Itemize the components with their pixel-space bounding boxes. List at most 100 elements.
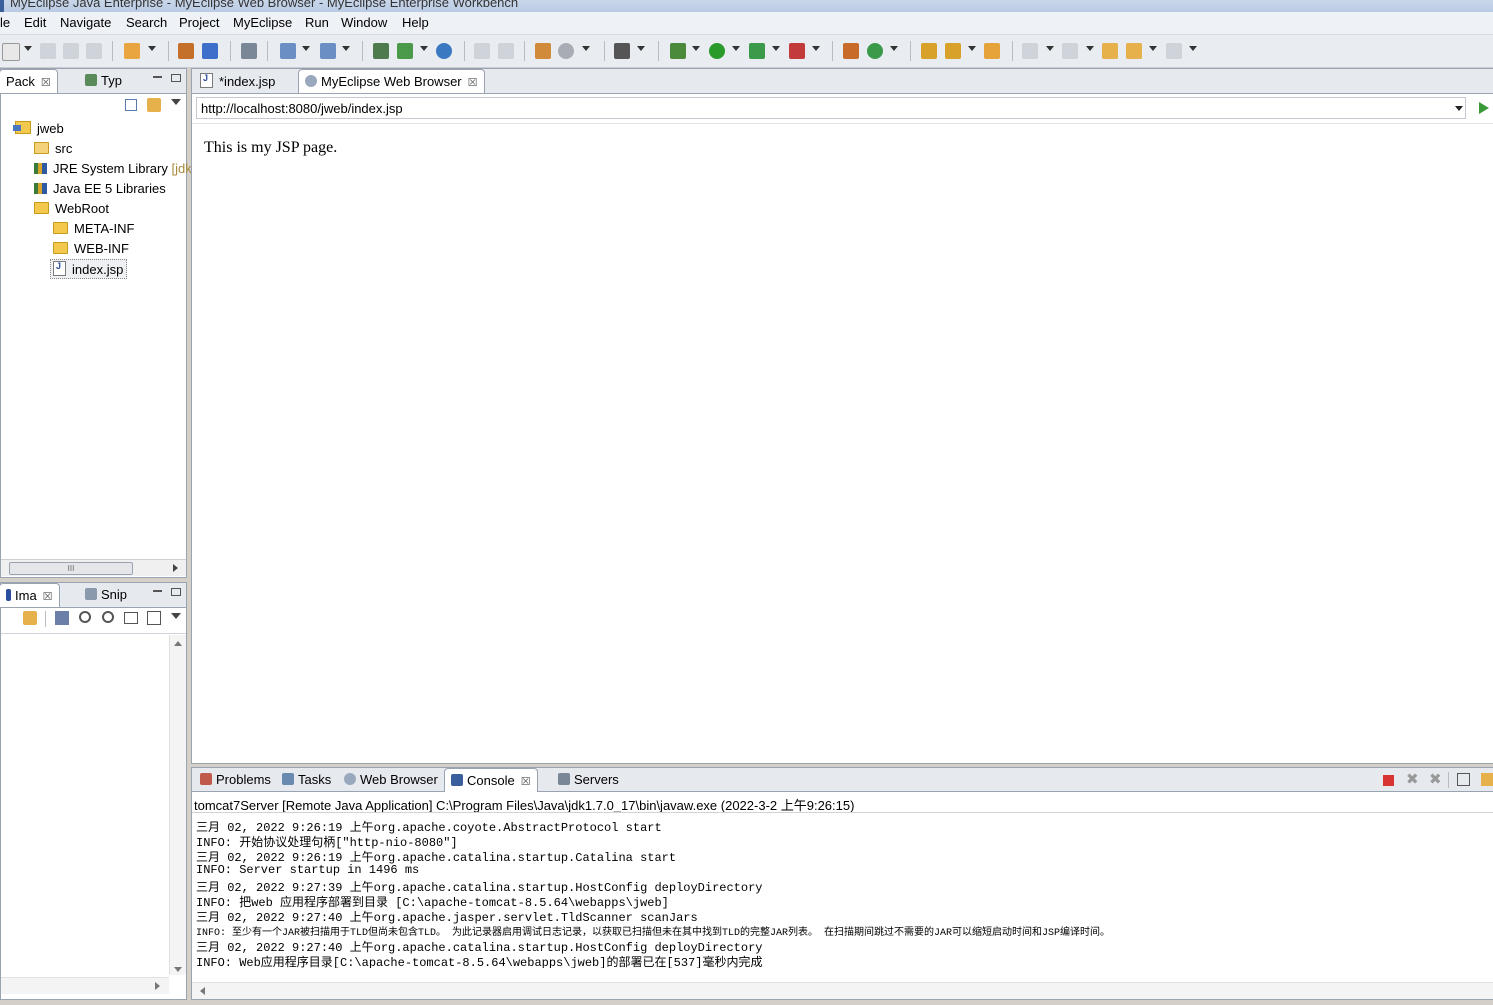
view-menu-icon[interactable] [171, 613, 181, 619]
chevron-down-icon[interactable] [1149, 46, 1157, 51]
chevron-down-icon[interactable] [582, 46, 590, 51]
link-editor-icon[interactable] [147, 98, 161, 112]
tab-servers[interactable]: Servers [552, 768, 625, 792]
console-output[interactable]: INFO: ... 三月 02, 2022 9:26:19 上午org.apac… [196, 814, 1486, 968]
tree-item-web-inf[interactable]: WEB-INF [53, 241, 129, 256]
go-icon[interactable] [1479, 102, 1489, 114]
close-icon[interactable]: ☒ [41, 76, 51, 89]
chevron-down-icon[interactable] [692, 46, 700, 51]
tree-item-jre-library[interactable]: JRE System Library [jdk [34, 161, 192, 176]
new-project-icon[interactable] [124, 43, 140, 59]
tab-console[interactable]: Console ☒ [444, 768, 538, 792]
fit-to-screen-icon[interactable] [147, 611, 161, 625]
menu-window[interactable]: Window [341, 15, 387, 30]
manage-deployments-icon[interactable] [373, 43, 389, 59]
menu-project[interactable]: Project [179, 15, 219, 30]
tree-item-javaee-libraries[interactable]: Java EE 5 Libraries [34, 181, 166, 196]
run-config-icon[interactable] [749, 43, 765, 59]
next-annotation-icon[interactable] [1022, 43, 1038, 59]
scroll-left-icon[interactable] [200, 987, 205, 995]
edit-icon[interactable] [474, 43, 490, 59]
tab-tasks[interactable]: Tasks [276, 768, 337, 792]
tree-item-jweb[interactable]: jweb [13, 121, 64, 136]
tree-item-webroot[interactable]: WebRoot [34, 201, 109, 216]
close-icon[interactable]: ☒ [468, 76, 478, 89]
scroll-down-icon[interactable] [174, 967, 182, 972]
open-wizard-icon[interactable] [320, 43, 336, 59]
chevron-down-icon[interactable] [420, 46, 428, 51]
scroll-right-icon[interactable] [173, 564, 178, 572]
print-icon[interactable] [86, 43, 102, 59]
chart-icon[interactable] [535, 43, 551, 59]
open-task-icon[interactable] [984, 43, 1000, 59]
menu-help[interactable]: Help [402, 15, 429, 30]
scroll-lock-icon[interactable] [1481, 773, 1493, 786]
web-icon[interactable] [558, 43, 574, 59]
package-icon[interactable] [843, 43, 859, 59]
scrollbar-thumb[interactable]: III [9, 562, 133, 575]
collapse-all-icon[interactable] [125, 99, 137, 111]
open-type-icon[interactable] [241, 43, 257, 59]
tab-snippets[interactable]: Snip [79, 583, 133, 607]
tab-web-browser-view[interactable]: Web Browser [338, 768, 444, 792]
menu-navigate[interactable]: Navigate [60, 15, 111, 30]
url-combo[interactable]: http://localhost:8080/jweb/index.jsp [196, 97, 1466, 119]
scroll-up-icon[interactable] [174, 641, 182, 646]
maximize-icon[interactable] [171, 74, 181, 82]
wizard-icon[interactable] [280, 43, 296, 59]
scroll-right-icon[interactable] [155, 982, 160, 990]
tab-package-explorer[interactable]: Pack ☒ [0, 69, 58, 93]
zoom-out-icon[interactable] [79, 611, 91, 623]
previous-annotation-icon[interactable] [1062, 43, 1078, 59]
globe-icon[interactable] [436, 43, 452, 59]
chevron-down-icon[interactable] [968, 46, 976, 51]
tab-type-hierarchy[interactable]: Typ [79, 69, 128, 93]
debug-icon[interactable] [670, 43, 686, 59]
run-server-icon[interactable] [397, 43, 413, 59]
sync-icon[interactable] [23, 611, 37, 625]
tree-item-meta-inf[interactable]: META-INF [53, 221, 134, 236]
new-icon[interactable] [2, 43, 20, 61]
tab-problems[interactable]: Problems [194, 768, 277, 792]
tab-image-preview[interactable]: Ima ☒ [0, 583, 60, 607]
chevron-down-icon[interactable] [772, 46, 780, 51]
camera-icon[interactable] [614, 43, 630, 59]
clear-console-icon[interactable] [1457, 773, 1470, 786]
terminate-icon[interactable] [1383, 775, 1394, 786]
close-icon[interactable]: ☒ [43, 590, 53, 603]
actual-size-icon[interactable] [124, 612, 138, 624]
chevron-down-icon[interactable] [342, 46, 350, 51]
remove-launch-icon[interactable]: ✖ [1406, 772, 1419, 787]
menu-edit[interactable]: Edit [24, 15, 46, 30]
horizontal-scrollbar[interactable] [1, 977, 169, 994]
view-menu-icon[interactable] [171, 99, 181, 105]
maximize-icon[interactable] [171, 588, 181, 596]
chevron-down-icon[interactable] [1455, 106, 1463, 111]
url-input[interactable]: http://localhost:8080/jweb/index.jsp [201, 101, 403, 116]
chevron-down-icon[interactable] [890, 46, 898, 51]
image-mode-icon[interactable] [55, 611, 69, 625]
menu-myeclipse[interactable]: MyEclipse [233, 15, 292, 30]
tree-item-index-jsp[interactable]: index.jsp [50, 259, 128, 279]
chevron-down-icon[interactable] [732, 46, 740, 51]
vertical-scrollbar[interactable] [169, 635, 186, 975]
remove-all-icon[interactable]: ✖ [1429, 772, 1442, 787]
chevron-down-icon[interactable] [812, 46, 820, 51]
chevron-down-icon[interactable] [148, 46, 156, 51]
horizontal-scrollbar[interactable] [192, 982, 1493, 999]
chevron-down-icon[interactable] [302, 46, 310, 51]
refresh-icon[interactable] [498, 43, 514, 59]
new-class-icon[interactable] [867, 43, 883, 59]
minimize-icon[interactable] [153, 590, 162, 592]
close-icon[interactable]: ☒ [521, 775, 531, 788]
zoom-in-icon[interactable] [102, 611, 114, 623]
chevron-down-icon[interactable] [1086, 46, 1094, 51]
save-all-icon[interactable] [63, 43, 79, 59]
open-folder-icon[interactable] [921, 43, 937, 59]
forward-arrow-icon[interactable] [1166, 43, 1182, 59]
tree-item-src[interactable]: src [34, 141, 72, 156]
server-icon[interactable] [202, 43, 218, 59]
search-icon[interactable] [945, 43, 961, 59]
deploy-icon[interactable] [178, 43, 194, 59]
menu-run[interactable]: Run [305, 15, 329, 30]
